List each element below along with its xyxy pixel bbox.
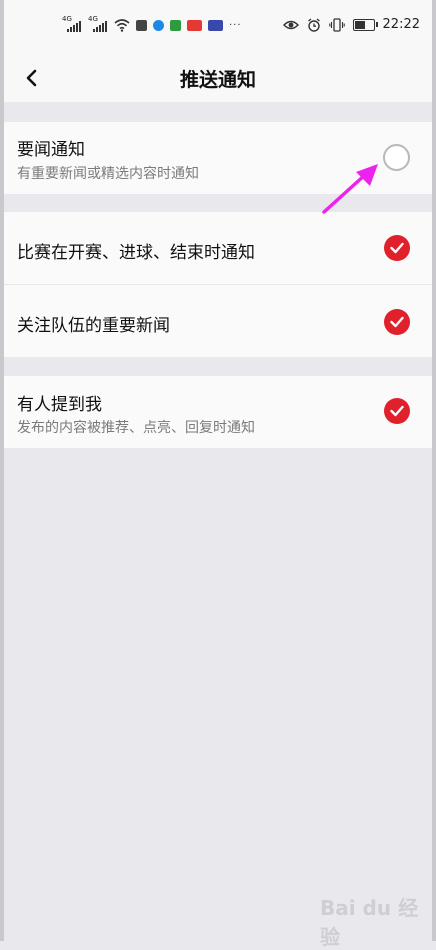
checkmark-icon [390, 316, 404, 328]
setting-row-match-events[interactable]: 比赛在开赛、进球、结束时通知 [4, 212, 432, 284]
eye-icon [282, 20, 299, 29]
setting-title: 比赛在开赛、进球、结束时通知 [17, 243, 255, 263]
setting-title: 有人提到我 [17, 395, 102, 415]
page-title: 推送通知 [179, 69, 256, 91]
checkbox-checked[interactable] [384, 235, 410, 261]
vibrate-icon [328, 17, 345, 32]
app-notification-icon [136, 19, 147, 31]
status-bar: 4G 4G ··· 22:22 [4, 0, 432, 54]
checkbox-checked[interactable] [384, 309, 410, 335]
right-frame [432, 0, 436, 941]
battery-icon [352, 18, 378, 31]
app-notification-icon [208, 19, 223, 31]
checkmark-icon [390, 405, 404, 417]
more-notifications-icon: ··· [229, 19, 242, 31]
checkbox-checked[interactable] [384, 398, 410, 424]
top-nav-bar: 推送通知 [4, 54, 432, 102]
wifi-icon [114, 18, 130, 32]
app-notification-icon [187, 19, 202, 31]
setting-title: 关注队伍的重要新闻 [17, 316, 170, 336]
app-notification-icon [153, 19, 164, 31]
app-notification-icon [170, 19, 181, 31]
setting-row-mentions[interactable]: 有人提到我 发布的内容被推荐、点亮、回复时通知 [4, 376, 432, 448]
setting-row-followed-team-news[interactable]: 关注队伍的重要新闻 [4, 285, 432, 357]
app: 4G 4G ··· 22:22 推送通知 要闻通知 有重要新闻或精选内容时通知 … [4, 0, 432, 949]
setting-title: 要闻通知 [17, 140, 85, 160]
annotation-arrow-icon [322, 164, 378, 214]
setting-subtitle: 发布的内容被推荐、点亮、回复时通知 [17, 420, 255, 436]
setting-subtitle: 有重要新闻或精选内容时通知 [17, 166, 199, 182]
watermark-logo: Bai du 经验 [320, 896, 419, 949]
status-left: 4G 4G ··· [62, 15, 242, 32]
status-right: 22:22 [282, 17, 420, 32]
checkmark-icon [390, 242, 404, 254]
signal-icon: 4G [62, 15, 82, 32]
checkbox-unchecked[interactable] [383, 144, 410, 171]
status-time: 22:22 [382, 17, 420, 32]
alarm-icon [307, 17, 320, 32]
signal-icon: 4G [88, 15, 108, 32]
